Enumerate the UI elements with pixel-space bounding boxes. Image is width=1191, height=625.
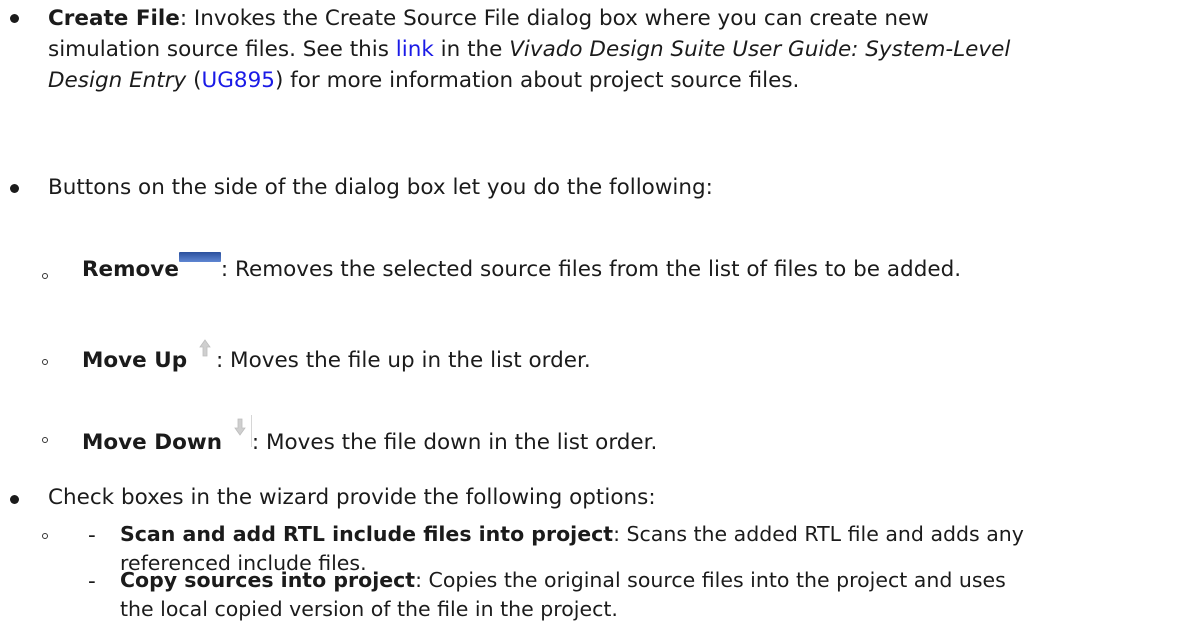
copy-dash: - [88,569,96,594]
remove-item: Remove : Removes the selected source file… [82,252,961,285]
create-file-desc-2: simulation source files. See this [48,37,396,62]
remove-desc: : Removes the selected source files from… [220,257,962,282]
sub-bullet [42,437,48,443]
sub-bullet [42,359,48,365]
create-file-desc-4: ) for more information about project sou… [274,68,800,93]
scan-dash: - [88,523,96,548]
create-file-desc-3: in the [433,37,510,62]
remove-term: Remove [82,257,179,282]
scan-term: Scan and add RTL include files into proj… [120,522,614,546]
scan-desc: : Scans the added RTL file and adds any [613,522,1024,546]
ug895-link[interactable]: UG895 [202,68,275,93]
down-arrow-icon [229,415,252,447]
book-title-cont: Design Entry [48,68,187,93]
move-up-item: Move Up : Moves the file up in the list … [82,337,591,376]
buttons-intro: Buttons on the side of the dialog box le… [48,175,713,200]
move-down-item: Move Down : Moves the file down in the l… [82,415,657,458]
move-down-term: Move Down [82,430,223,455]
link[interactable]: link [396,37,434,62]
create-file-item: Create File: Invokes the Create Source F… [48,3,1178,96]
move-down-desc: : Moves the file down in the list order. [251,430,658,455]
remove-icon [178,252,221,262]
copy-desc-2: the local copied version of the file in … [120,597,618,621]
create-file-desc: : Invokes the Create Source File dialog … [179,6,929,31]
checkbox-intro: Check boxes in the wizard provide the fo… [48,485,656,510]
copy-term: Copy sources into project [120,568,416,592]
copy-desc: : Copies the original source files into … [415,568,1006,592]
bullet [10,184,19,193]
bullet [10,14,19,23]
sub-bullet [42,533,48,539]
up-arrow-icon [194,337,216,361]
copy-item: Copy sources into project: Copies the or… [120,566,1006,624]
move-up-desc: : Moves the file up in the list order. [215,348,591,373]
move-up-term: Move Up [82,348,188,373]
bullet [10,495,19,504]
paren-open: ( [186,68,202,93]
book-title: Vivado Design Suite User Guide: System-L… [509,37,1011,62]
sub-bullet [42,273,48,279]
create-file-term: Create File [48,6,180,31]
